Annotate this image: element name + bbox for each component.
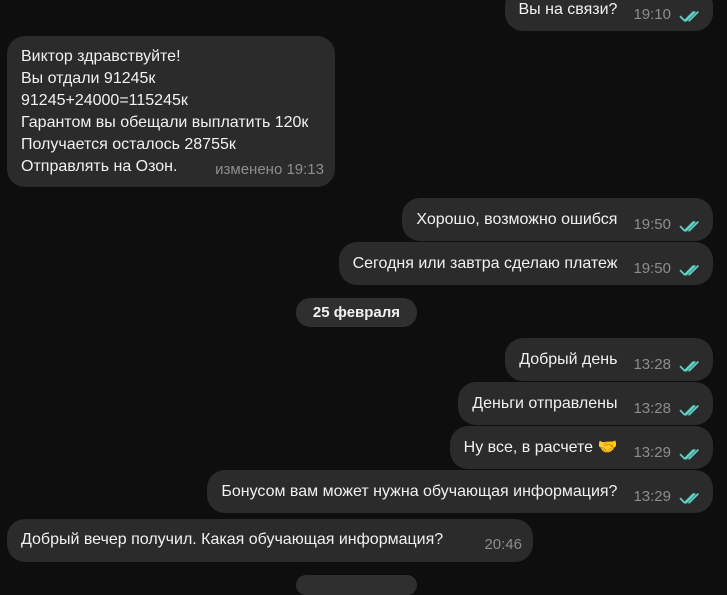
message-meta: изменено 19:13 [215,159,324,181]
message-time: 19:50 [633,259,671,277]
message-time: 19:50 [633,215,671,233]
double-check-icon [679,490,701,504]
message-in[interactable]: Виктор здравствуйте! Вы отдали 91245к 91… [7,36,335,187]
message-meta: 20:46 [484,534,522,556]
message-text: Бонусом вам может нужна обучающая информ… [221,482,618,500]
double-check-icon [679,8,701,22]
message-time: 19:10 [633,5,671,23]
message-time: 13:28 [633,399,671,417]
message-text: Ну все, в расчете 🤝 [463,438,618,456]
message-out[interactable]: Сегодня или завтра сделаю платеж 19:50 [338,242,713,285]
message-time: 13:29 [633,443,671,461]
message-meta: 13:28 [633,354,701,376]
chat-window: Вы на связи? 19:10 Виктор здравствуйте! … [0,0,727,595]
date-separator: 25 февраля [296,298,417,327]
message-text: Деньги отправлены [472,394,618,412]
double-check-icon [679,358,701,372]
message-out[interactable]: Добрый день 13:28 [505,338,713,381]
message-meta: 19:50 [633,258,701,280]
next-date-separator-peek [296,575,417,595]
message-time: изменено 19:13 [215,161,324,178]
message-out[interactable]: Вы на связи? 19:10 [504,0,713,31]
message-out[interactable]: Деньги отправлены 13:28 [458,382,713,425]
message-meta: 13:29 [633,442,701,464]
message-text: Хорошо, возможно ошибся [416,210,618,228]
message-time: 13:29 [633,487,671,505]
message-meta: 13:29 [633,486,701,508]
message-meta: 19:10 [633,4,701,26]
message-time: 20:46 [484,536,522,553]
message-time: 13:28 [633,355,671,373]
message-meta: 19:50 [633,214,701,236]
message-text: Добрый вечер получил. Какая обучающая ин… [21,531,444,548]
message-out[interactable]: Хорошо, возможно ошибся 19:50 [402,198,713,241]
message-text: Сегодня или завтра сделаю платеж [352,254,618,272]
message-meta: 13:28 [633,398,701,420]
double-check-icon [679,262,701,276]
message-in[interactable]: Добрый вечер получил. Какая обучающая ин… [7,519,533,562]
message-text: Добрый день [519,350,618,368]
message-out[interactable]: Ну все, в расчете 🤝 13:29 [449,426,713,469]
double-check-icon [679,218,701,232]
double-check-icon [679,402,701,416]
message-out[interactable]: Бонусом вам может нужна обучающая информ… [207,470,713,513]
message-text: Вы на связи? [518,0,618,18]
double-check-icon [679,446,701,460]
